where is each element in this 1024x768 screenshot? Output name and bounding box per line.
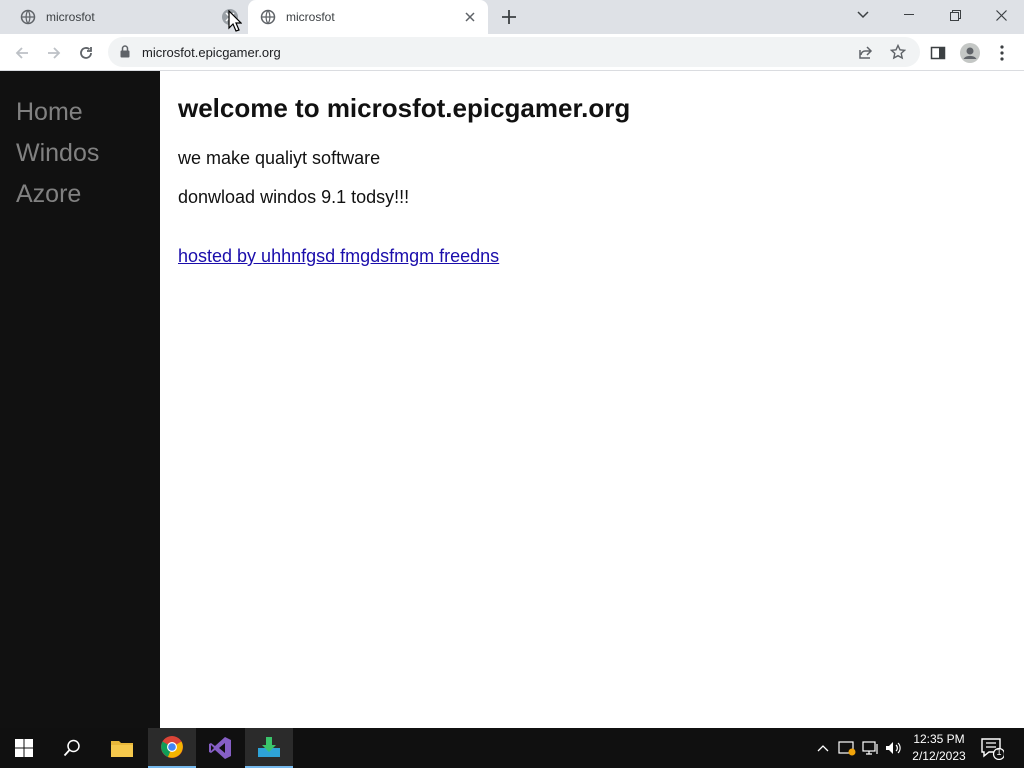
profile-avatar-icon[interactable] <box>958 41 982 65</box>
minimize-icon[interactable] <box>886 0 932 30</box>
nav-home-link[interactable]: Home <box>16 98 83 127</box>
side-panel-icon[interactable] <box>926 41 950 65</box>
browser-toolbar: microsfot.epicgamer.org <box>0 34 1024 71</box>
menu-kebab-icon[interactable] <box>990 41 1014 65</box>
download-text: donwload windos 9.1 todsy!!! <box>178 187 410 207</box>
tab-microsfot-1[interactable]: microsfot <box>8 0 248 34</box>
mouse-cursor-icon <box>228 10 242 32</box>
new-tab-icon[interactable] <box>497 6 521 28</box>
close-tab-icon[interactable] <box>462 9 478 25</box>
network-icon[interactable] <box>862 740 880 756</box>
page-title: welcome to microsfot.epicgamer.org <box>178 93 631 123</box>
clock-date: 2/12/2023 <box>912 749 966 763</box>
tab-microsfot-2[interactable]: microsfot <box>248 0 488 34</box>
download-app-icon[interactable] <box>245 728 293 768</box>
notification-center-icon[interactable]: 1 <box>980 736 1006 761</box>
file-explorer-icon[interactable] <box>98 728 146 768</box>
lock-icon[interactable] <box>120 45 130 58</box>
taskbar: 12:35 PM 2/12/2023 1 <box>0 728 1024 768</box>
back-icon[interactable] <box>10 41 34 65</box>
bookmark-star-icon[interactable] <box>888 42 908 62</box>
clock-time: 12:35 PM <box>913 732 965 746</box>
tab-title: microsfot <box>46 10 95 24</box>
reload-icon[interactable] <box>74 41 98 65</box>
forward-icon[interactable] <box>42 41 66 65</box>
side-nav: Home Windos Azore <box>0 71 160 728</box>
show-hidden-icons-icon[interactable] <box>814 740 832 756</box>
tab-strip: microsfot microsfot <box>0 0 1024 34</box>
restore-icon[interactable] <box>932 0 978 30</box>
search-icon[interactable] <box>48 728 96 768</box>
address-bar[interactable]: microsfot.epicgamer.org <box>108 37 920 67</box>
security-tray-icon[interactable] <box>838 740 856 756</box>
share-icon[interactable] <box>856 42 876 62</box>
volume-icon[interactable] <box>885 740 903 756</box>
system-clock[interactable]: 12:35 PM 2/12/2023 <box>906 731 972 765</box>
chrome-icon[interactable] <box>148 728 196 768</box>
web-page: Home Windos Azore welcome to microsfot.e… <box>0 71 1024 728</box>
tagline-text: we make qualiyt software <box>178 148 381 168</box>
visual-studio-icon[interactable] <box>196 728 244 768</box>
close-window-icon[interactable] <box>978 0 1024 30</box>
notification-count: 1 <box>996 747 1002 757</box>
globe-icon <box>260 9 276 25</box>
nav-windos-link[interactable]: Windos <box>16 139 99 168</box>
windows-start-icon[interactable] <box>0 728 48 768</box>
tab-search-icon[interactable] <box>840 0 886 30</box>
tab-title: microsfot <box>286 10 335 24</box>
url-text: microsfot.epicgamer.org <box>142 45 281 60</box>
hosted-by-link[interactable]: hosted by uhhnfgsd fmgdsfmgm freedns <box>178 246 499 267</box>
globe-icon <box>20 9 36 25</box>
nav-azore-link[interactable]: Azore <box>16 180 81 209</box>
